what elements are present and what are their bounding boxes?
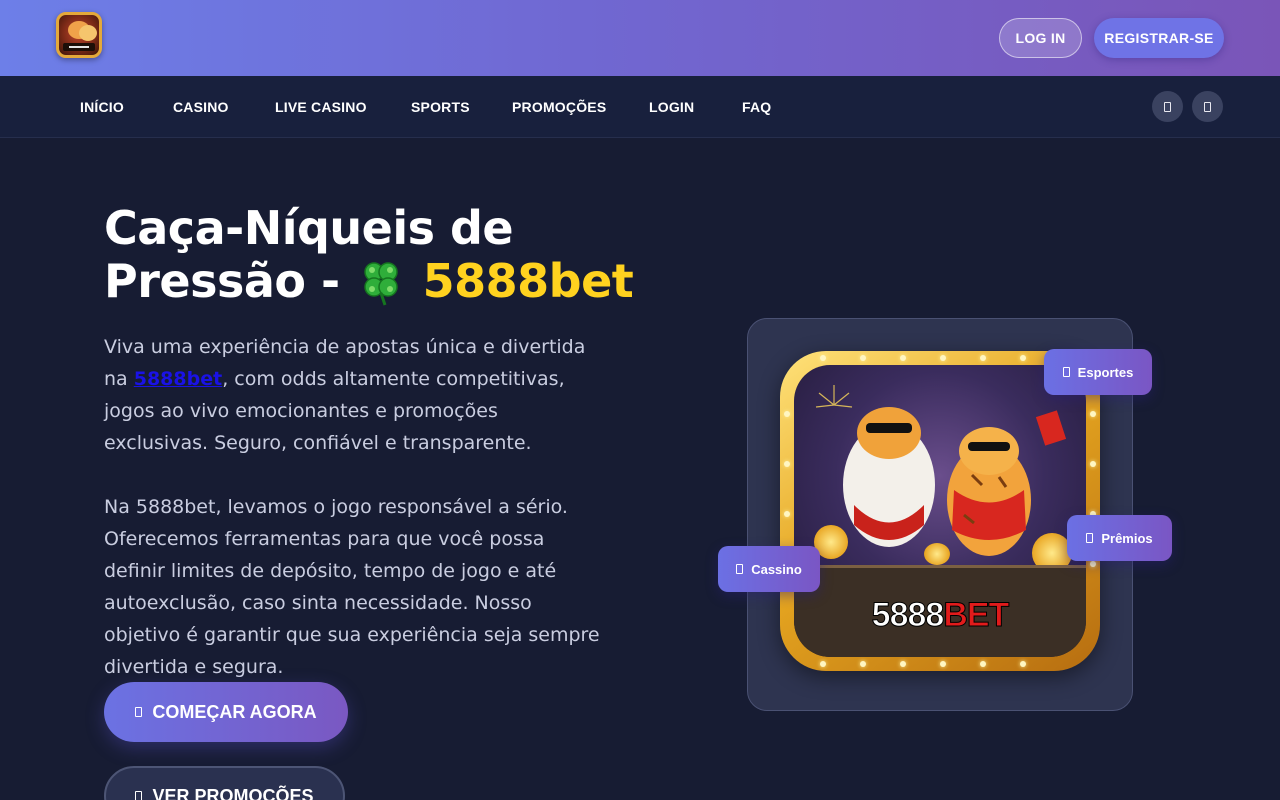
nav-item-promocoes[interactable]: PROMOÇÕES — [512, 76, 606, 138]
marquee-bulb — [1020, 355, 1026, 361]
game-logo-text: 5888BET — [794, 596, 1086, 635]
casino-tag-label: Cassino — [751, 561, 802, 577]
game-logo-banner: 5888BET — [794, 565, 1086, 657]
nav-item-live-casino[interactable]: LIVE CASINO — [275, 76, 367, 138]
placeholder-glyph-icon — [1164, 101, 1171, 112]
nav-item-faq[interactable]: FAQ — [742, 76, 771, 138]
sports-tag-label: Esportes — [1077, 364, 1134, 380]
marquee-bulb — [900, 661, 906, 667]
marquee-bulb — [784, 461, 790, 467]
game-artwork[interactable]: 5888BET — [780, 351, 1100, 671]
nav-item-inicio[interactable]: INÍCIO — [80, 76, 124, 138]
marquee-bulb — [784, 411, 790, 417]
hero-title-line1: Caça-Níqueis de — [104, 201, 514, 255]
main-nav: INÍCIO CASINO LIVE CASINO SPORTS PROMOÇÕ… — [0, 76, 1280, 138]
logo-banner — [63, 43, 95, 51]
start-now-label: COMEÇAR AGORA — [152, 701, 317, 722]
marquee-bulb — [980, 355, 986, 361]
hero-title-brand: 5888bet — [422, 254, 634, 308]
prizes-tag[interactable]: Prêmios — [1067, 515, 1172, 561]
placeholder-glyph-icon — [1204, 101, 1211, 112]
brand-link[interactable]: 5888bet — [134, 368, 222, 390]
placeholder-glyph-icon — [1086, 533, 1094, 543]
marquee-bulb — [820, 355, 826, 361]
login-button[interactable]: LOG IN — [999, 18, 1082, 58]
placeholder-glyph-icon — [736, 564, 744, 574]
marquee-bulb — [1090, 411, 1096, 417]
view-promotions-label: VER PROMOÇÕES — [152, 785, 314, 800]
placeholder-glyph-icon — [1062, 367, 1070, 377]
marquee-bulb — [784, 511, 790, 517]
top-header: LOG IN REGISTRAR-SE — [0, 0, 1280, 76]
marquee-bulb — [1090, 461, 1096, 467]
game-logo-number: 5888 — [871, 596, 945, 635]
start-now-button[interactable]: COMEÇAR AGORA — [104, 682, 348, 742]
marquee-bulb — [820, 661, 826, 667]
prizes-tag-label: Prêmios — [1101, 530, 1153, 546]
placeholder-glyph-icon — [135, 791, 143, 800]
nav-item-login[interactable]: LOGIN — [649, 76, 694, 138]
responsible-gaming-paragraph: Na 5888bet, levamos o jogo responsável a… — [104, 496, 600, 678]
game-artwork-scene: 5888BET — [794, 365, 1086, 657]
register-button[interactable]: REGISTRAR-SE — [1094, 18, 1224, 58]
site-logo[interactable] — [56, 12, 102, 58]
placeholder-glyph-icon — [135, 707, 143, 717]
nav-item-sports[interactable]: SPORTS — [411, 76, 470, 138]
gold-coin-decoration — [924, 543, 950, 565]
marquee-bulb — [940, 661, 946, 667]
casino-tag[interactable]: Cassino — [718, 546, 820, 592]
four-leaf-clover-icon — [355, 257, 407, 307]
marquee-bulb — [1090, 561, 1096, 567]
marquee-bulb — [900, 355, 906, 361]
marquee-bulb — [1020, 661, 1026, 667]
logo-art-secondary — [79, 25, 97, 41]
nav-icon-button[interactable] — [1192, 91, 1223, 122]
marquee-bulb — [860, 661, 866, 667]
hero-title-prefix: Pressão - — [104, 254, 356, 308]
marquee-bulb — [860, 355, 866, 361]
marquee-bulb — [940, 355, 946, 361]
nav-icon-button[interactable] — [1152, 91, 1183, 122]
nav-item-casino[interactable]: CASINO — [173, 76, 229, 138]
view-promotions-button[interactable]: VER PROMOÇÕES — [104, 766, 345, 800]
game-logo-bet: BET — [943, 596, 1010, 635]
hero-title: Caça-Níqueis de Pressão - 5888bet — [104, 202, 664, 308]
marquee-bulb — [980, 661, 986, 667]
intro-paragraph: Viva uma experiência de apostas única e … — [104, 331, 604, 459]
sports-tag[interactable]: Esportes — [1044, 349, 1152, 395]
